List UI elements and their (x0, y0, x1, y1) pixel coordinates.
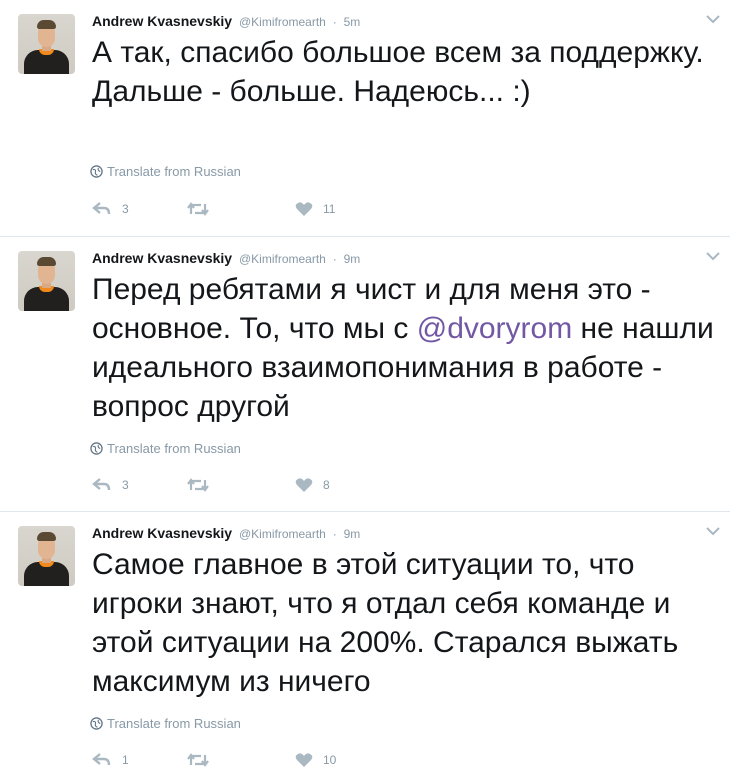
retweet-button[interactable] (187, 475, 219, 495)
like-count: 8 (323, 478, 330, 492)
like-button[interactable]: 10 (295, 750, 336, 770)
reply-icon (92, 478, 111, 491)
avatar[interactable] (18, 251, 75, 311)
author-name[interactable]: Andrew Kvasnevskiy (92, 13, 232, 29)
chevron-down-icon[interactable] (704, 12, 722, 26)
tweet-text: Перед ребятами я чист и для меня это - о… (92, 270, 722, 426)
avatar-hair (37, 257, 56, 266)
reply-icon (92, 753, 111, 766)
timestamp[interactable]: 9m (344, 252, 361, 266)
reply-button[interactable]: 3 (92, 199, 129, 219)
heart-icon (295, 478, 313, 492)
author-handle[interactable]: @Kimifromearth (239, 252, 326, 266)
tweet[interactable]: Andrew Kvasnevskiy @Kimifromearth · 9m С… (0, 512, 730, 780)
tweet-text: Самое главное в этой ситуации то, что иг… (92, 548, 679, 698)
tweet-text: А так, спасибо большое всем за поддержку… (92, 36, 704, 108)
like-button[interactable]: 8 (295, 475, 330, 495)
avatar[interactable] (18, 526, 75, 586)
translate-link[interactable]: Translate from Russian (90, 441, 241, 458)
timestamp[interactable]: 5m (344, 15, 361, 29)
chevron-down-icon[interactable] (704, 249, 722, 263)
reply-count: 3 (122, 478, 129, 492)
author-handle[interactable]: @Kimifromearth (239, 527, 326, 541)
reply-button[interactable]: 1 (92, 750, 129, 770)
translate-link[interactable]: Translate from Russian (90, 164, 241, 181)
retweet-button[interactable] (187, 750, 219, 770)
retweet-icon (187, 753, 209, 767)
translate-label: Translate from Russian (107, 716, 241, 731)
reply-button[interactable]: 3 (92, 475, 129, 495)
heart-icon (295, 202, 313, 216)
tweet[interactable]: Andrew Kvasnevskiy @Kimifromearth · 9m П… (0, 237, 730, 512)
retweet-icon (187, 202, 209, 216)
retweet-button[interactable] (187, 199, 219, 219)
retweet-icon (187, 478, 209, 492)
tweet-header: Andrew Kvasnevskiy @Kimifromearth · 9m (92, 525, 360, 541)
globe-icon (90, 442, 103, 458)
reply-count: 1 (122, 753, 129, 767)
tweet-header: Andrew Kvasnevskiy @Kimifromearth · 5m (92, 13, 360, 29)
like-count: 11 (323, 202, 336, 216)
translate-link[interactable]: Translate from Russian (90, 716, 241, 733)
separator: · (332, 527, 337, 541)
tweet[interactable]: Andrew Kvasnevskiy @Kimifromearth · 5m А… (0, 0, 730, 237)
separator: · (332, 15, 337, 29)
avatar[interactable] (18, 14, 75, 74)
tweet-header: Andrew Kvasnevskiy @Kimifromearth · 9m (92, 250, 360, 266)
chevron-down-icon[interactable] (704, 524, 722, 538)
mention-link[interactable]: @dvoryrom (417, 312, 572, 345)
timestamp[interactable]: 9m (344, 527, 361, 541)
author-name[interactable]: Andrew Kvasnevskiy (92, 525, 232, 541)
heart-icon (295, 753, 313, 767)
translate-label: Translate from Russian (107, 164, 241, 179)
translate-label: Translate from Russian (107, 441, 241, 456)
author-name[interactable]: Andrew Kvasnevskiy (92, 250, 232, 266)
like-count: 10 (323, 753, 337, 767)
globe-icon (90, 717, 103, 733)
avatar-hair (37, 20, 56, 29)
reply-count: 3 (122, 202, 129, 216)
reply-icon (92, 202, 111, 215)
globe-icon (90, 165, 103, 181)
avatar-hair (37, 532, 56, 541)
separator: · (332, 252, 337, 266)
author-handle[interactable]: @Kimifromearth (239, 15, 326, 29)
like-button[interactable]: 11 (295, 199, 335, 219)
